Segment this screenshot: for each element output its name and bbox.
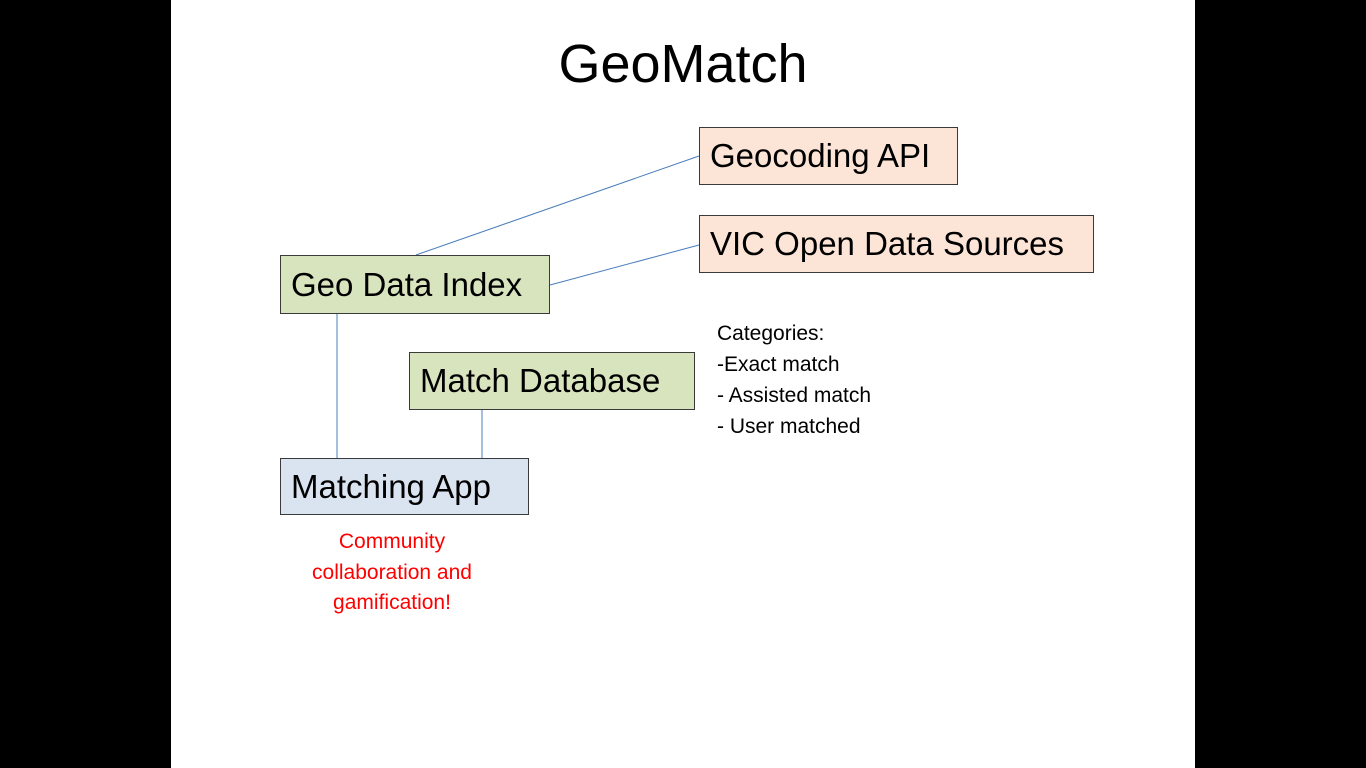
connector-index-to-geocoding [415,155,700,256]
match-database-label: Match Database [420,362,661,399]
vic-open-data-label: VIC Open Data Sources [710,225,1065,262]
geo-data-index-label: Geo Data Index [291,265,523,303]
note-line: gamification! [333,591,451,614]
categories-list: Categories: -Exact match - Assisted matc… [717,318,871,442]
geocoding-api-label: Geocoding API [710,137,931,174]
vic-open-data-box: VIC Open Data Sources [699,215,1094,273]
category-item: - User matched [717,415,861,438]
geocoding-api-box: Geocoding API [699,127,958,185]
connector-index-to-vic-open-data [549,244,700,286]
matching-app-box: Matching App [280,458,529,515]
matching-app-label: Matching App [291,467,491,505]
note-line: collaboration and [312,560,472,584]
categories-heading: Categories: [717,322,825,345]
category-item: -Exact match [717,353,840,376]
match-database-box: Match Database [409,352,695,410]
category-item: - Assisted match [717,384,872,407]
note-line: Community [338,530,446,553]
geo-data-index-box: Geo Data Index [280,255,550,314]
community-note: Community collaboration and gamification… [290,527,494,619]
